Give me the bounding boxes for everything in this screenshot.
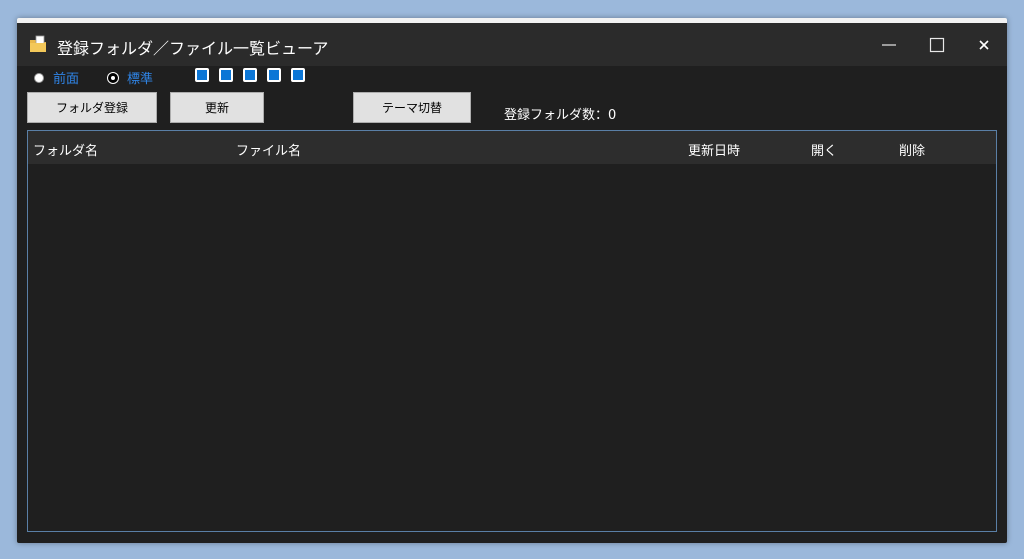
close-button[interactable] [961,23,1007,66]
register-folder-button[interactable]: フォルダ登録 [27,92,157,123]
color-swatch-4[interactable] [267,68,281,82]
refresh-button[interactable]: 更新 [170,92,264,123]
minimize-icon [882,43,896,46]
color-swatch-3[interactable] [243,68,257,82]
column-file-name[interactable]: ファイル名 [236,140,301,159]
maximize-icon [929,37,945,52]
radio-standard[interactable]: 標準 [108,68,153,87]
radio-standard-label: 標準 [127,72,154,87]
app-window: 登録フォルダ／ファイル一覧ビューア 前面 標準 フォルダ登録 更新 テーマ切替 … [17,18,1007,543]
color-swatch-2[interactable] [219,68,233,82]
list-header: フォルダ名 ファイル名 更新日時 開く 削除 [28,131,996,164]
maximize-button[interactable] [914,23,960,66]
column-open[interactable]: 開く [811,140,837,159]
column-folder-name[interactable]: フォルダ名 [33,140,98,159]
radio-foreground-label: 前面 [53,72,80,87]
registered-folder-count: 登録フォルダ数：0 [504,108,617,123]
radio-foreground-dot[interactable] [34,72,44,83]
window-title: 登録フォルダ／ファイル一覧ビューア [57,39,329,58]
radio-foreground[interactable]: 前面 [34,68,79,87]
radio-standard-dot[interactable] [108,72,118,83]
column-delete[interactable]: 削除 [899,140,925,159]
file-list-view[interactable]: フォルダ名 ファイル名 更新日時 開く 削除 [27,130,997,532]
color-swatch-1[interactable] [195,68,209,82]
color-swatch-5[interactable] [291,68,305,82]
minimize-button[interactable] [866,23,912,66]
close-icon [979,39,989,50]
title-bar[interactable]: 登録フォルダ／ファイル一覧ビューア [17,23,1007,66]
theme-toggle-button[interactable]: テーマ切替 [353,92,471,123]
column-modified-date[interactable]: 更新日時 [688,140,740,159]
folder-file-app-icon [30,35,46,52]
